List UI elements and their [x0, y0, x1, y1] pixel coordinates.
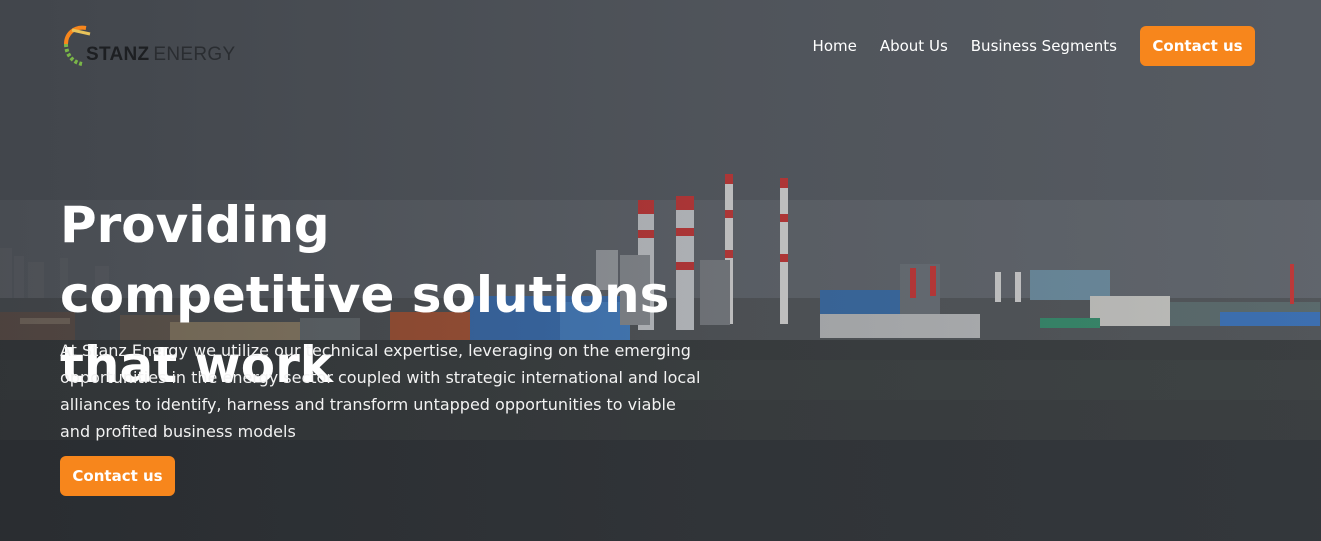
brand-logo[interactable]: STANZ ENERGY [60, 24, 250, 70]
logo-wordmark: STANZ ENERGY [86, 44, 235, 66]
main-nav: Home About Us Business Segments Contact … [813, 26, 1255, 66]
logo-name-part1: STANZ [86, 44, 150, 65]
nav-contact-button[interactable]: Contact us [1140, 26, 1255, 66]
hero-section: STANZ ENERGY Home About Us Business Segme… [0, 0, 1321, 541]
nav-link-about-us[interactable]: About Us [880, 37, 948, 55]
nav-link-home[interactable]: Home [813, 37, 857, 55]
hero-description: At Stanz Energy we utilize our technical… [60, 341, 701, 441]
nav-link-business-segments[interactable]: Business Segments [971, 37, 1117, 55]
hero-contact-button[interactable]: Contact us [60, 456, 175, 496]
logo-name-part2: ENERGY [153, 44, 236, 65]
